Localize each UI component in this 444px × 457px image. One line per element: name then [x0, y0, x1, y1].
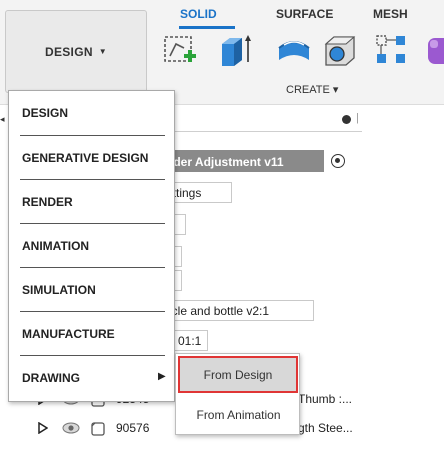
- menu-item-label: RENDER: [22, 195, 73, 209]
- visibility-eye-icon[interactable]: [62, 421, 80, 435]
- tab-surface[interactable]: SURFACE: [276, 7, 333, 21]
- activate-radio-icon[interactable]: [331, 154, 345, 168]
- menu-item-animation[interactable]: ANIMATION: [9, 224, 176, 268]
- tree-row-component-01[interactable]: 01:1: [178, 334, 201, 348]
- hole-icon[interactable]: [322, 32, 358, 68]
- menu-item-design[interactable]: DESIGN: [9, 91, 176, 135]
- menu-item-label: MANUFACTURE: [22, 327, 115, 341]
- tree-row-id: 90576: [116, 421, 150, 435]
- create-dropdown-label[interactable]: CREATE ▾: [286, 83, 338, 96]
- workspace-switcher-label: DESIGN: [44, 44, 93, 59]
- tree-row-name: gth Stee...: [298, 421, 353, 435]
- tab-solid[interactable]: SOLID: [180, 7, 217, 21]
- menu-item-drawing[interactable]: DRAWING: [9, 356, 176, 400]
- active-tab-indicator: [179, 26, 235, 29]
- menu-item-label: DRAWING: [22, 371, 80, 385]
- tree-row[interactable]: 90576 gth Stee...: [38, 417, 353, 439]
- component-icon: [91, 422, 105, 436]
- chevron-down-icon: ▼: [98, 47, 108, 56]
- workspace-switcher-button[interactable]: DESIGN ▼: [5, 10, 147, 93]
- submenu-arrow-icon: ▶: [158, 371, 166, 382]
- app-window: DESIGN ▼ SOLID SURFACE MESH CREATE ▾ ◂ |…: [0, 0, 444, 457]
- record-icon[interactable]: [342, 115, 351, 124]
- menu-item-simulation[interactable]: SIMULATION: [9, 268, 176, 312]
- new-sketch-icon[interactable]: [162, 32, 198, 68]
- expand-arrow-icon[interactable]: [38, 422, 48, 434]
- menu-item-from-design[interactable]: From Design: [178, 356, 298, 393]
- menu-item-from-animation[interactable]: From Animation: [176, 398, 301, 432]
- tree-row-name: Thumb :...: [298, 392, 353, 406]
- menu-item-label: From Design: [203, 367, 273, 382]
- browser-header: [170, 110, 362, 132]
- collapse-arrow-icon[interactable]: ◂: [0, 114, 5, 125]
- revolve-icon[interactable]: [276, 32, 312, 68]
- drawing-submenu: From Design From Animation: [175, 353, 300, 435]
- extrude-icon[interactable]: [216, 32, 252, 68]
- menu-item-generative-design[interactable]: GENERATIVE DESIGN: [9, 136, 176, 180]
- root-component-name: lder Adjustment v11: [170, 155, 284, 169]
- menu-item-manufacture[interactable]: MANUFACTURE: [9, 312, 176, 356]
- menu-item-label: ANIMATION: [22, 239, 90, 253]
- menu-item-label: DESIGN: [22, 106, 69, 120]
- menu-item-label: GENERATIVE DESIGN: [22, 151, 149, 165]
- panel-divider-icon: |: [356, 112, 359, 124]
- menu-item-label: SIMULATION: [22, 283, 96, 297]
- pattern-icon[interactable]: [374, 32, 410, 68]
- menu-item-label: From Animation: [196, 408, 281, 422]
- menu-item-render[interactable]: RENDER: [9, 180, 176, 224]
- workspace-menu: DESIGN GENERATIVE DESIGN RENDER ANIMATIO…: [8, 90, 175, 402]
- form-icon[interactable]: [426, 32, 444, 68]
- tab-mesh[interactable]: MESH: [373, 7, 408, 21]
